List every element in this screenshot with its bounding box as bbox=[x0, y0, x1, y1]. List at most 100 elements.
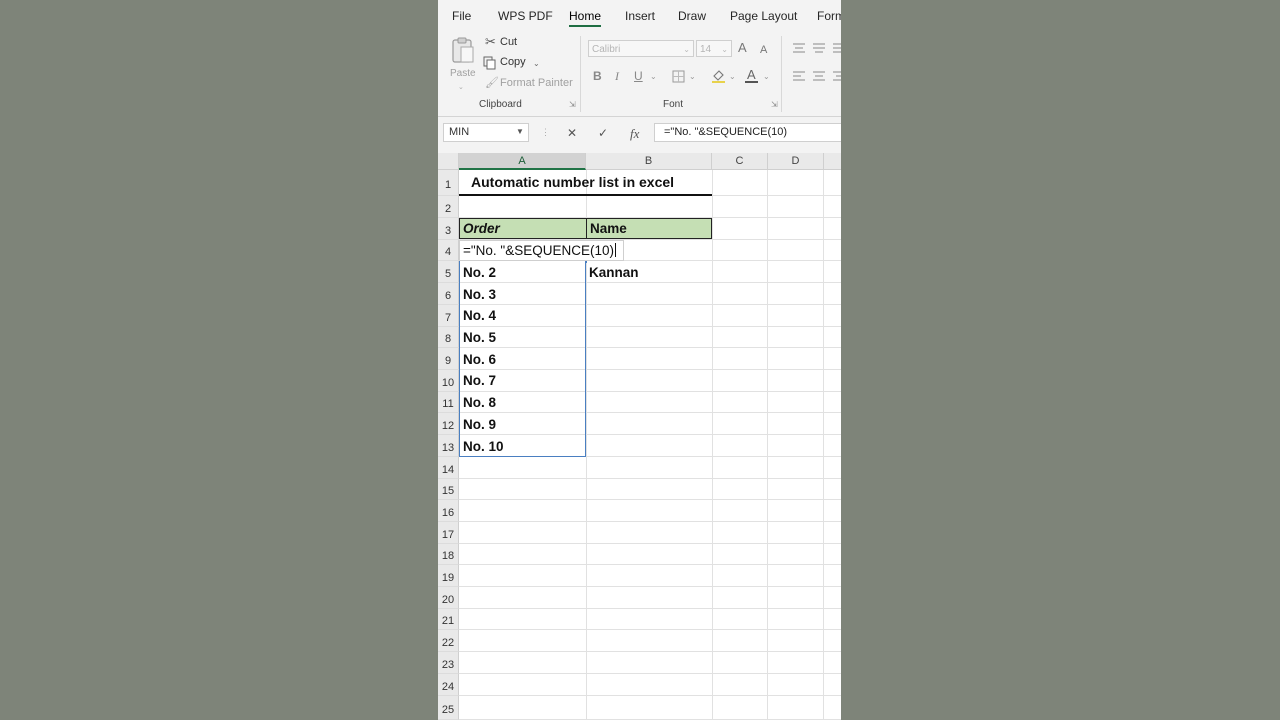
copy-label: Copy bbox=[500, 56, 526, 68]
row-header-24[interactable]: 24 bbox=[438, 674, 459, 696]
row-header-10[interactable]: 10 bbox=[438, 370, 459, 392]
row-header-23[interactable]: 23 bbox=[438, 652, 459, 674]
cell-a12[interactable]: No. 9 bbox=[463, 417, 496, 432]
row-header-12[interactable]: 12 bbox=[438, 413, 459, 435]
cut-button[interactable]: ✂ Cut bbox=[485, 35, 525, 51]
italic-button[interactable]: I bbox=[615, 70, 619, 82]
header-cell-name[interactable]: Name bbox=[586, 218, 712, 239]
row-header-4[interactable]: 4 bbox=[438, 240, 459, 261]
borders-icon[interactable] bbox=[672, 70, 685, 83]
row-header-14[interactable]: 14 bbox=[438, 457, 459, 479]
row-header-21[interactable]: 21 bbox=[438, 609, 459, 630]
align-left-icon[interactable] bbox=[792, 70, 806, 82]
chevron-down-icon: ⌄ bbox=[533, 59, 540, 68]
grid-line bbox=[459, 586, 841, 587]
header-cell-order[interactable]: Order bbox=[459, 218, 587, 239]
cell-b5[interactable]: Kannan bbox=[589, 265, 639, 280]
shrink-font-icon[interactable]: A bbox=[760, 44, 767, 56]
font-size-value: 14 bbox=[700, 44, 712, 55]
active-cell-a4[interactable]: ="No. "&SEQUENCE(10) bbox=[459, 240, 624, 261]
align-top-icon[interactable] bbox=[792, 42, 806, 54]
underline-button[interactable]: U bbox=[634, 70, 643, 82]
ribbon-separator bbox=[781, 36, 782, 112]
row-header-18[interactable]: 18 bbox=[438, 544, 459, 565]
formula-bar: MIN ▼ ⋮ ✕ ✓ fx ="No. "&SEQUENCE(10) bbox=[438, 117, 841, 153]
paintbrush-icon: 🖌 bbox=[485, 77, 499, 89]
active-cell-formula: ="No. "&SEQUENCE(10) bbox=[463, 243, 615, 258]
row-header-19[interactable]: 19 bbox=[438, 565, 459, 587]
row-header-5[interactable]: 5 bbox=[438, 261, 459, 283]
chevron-down-icon[interactable]: ▼ bbox=[516, 127, 524, 136]
select-all-corner[interactable] bbox=[438, 153, 459, 170]
worksheet-grid[interactable]: A B C D 1 2 3 4 5 6 7 8 9 10 11 12 13 14 15 16 17 18 19 20 2… bbox=[438, 153, 841, 720]
row-header-16[interactable]: 16 bbox=[438, 500, 459, 522]
dialog-launcher-icon[interactable]: ⇲ bbox=[569, 100, 576, 109]
menu-formulas[interactable]: Form bbox=[817, 9, 841, 23]
column-header-a[interactable]: A bbox=[459, 153, 586, 170]
column-header-b[interactable]: B bbox=[586, 153, 712, 170]
grid-line bbox=[459, 521, 841, 522]
grid-line bbox=[823, 170, 824, 720]
align-right-icon[interactable] bbox=[832, 70, 841, 82]
bold-button[interactable]: B bbox=[593, 70, 602, 82]
fill-color-icon[interactable] bbox=[711, 68, 726, 83]
row-header-8[interactable]: 8 bbox=[438, 327, 459, 348]
cell-a5[interactable]: No. 2 bbox=[463, 265, 496, 280]
enter-formula-icon[interactable]: ✓ bbox=[598, 126, 608, 140]
cell-a10[interactable]: No. 7 bbox=[463, 373, 496, 388]
row-header-20[interactable]: 20 bbox=[438, 587, 459, 609]
row-header-15[interactable]: 15 bbox=[438, 479, 459, 500]
copy-button[interactable]: Copy ⌄ bbox=[483, 55, 543, 71]
grid-line bbox=[459, 347, 841, 348]
row-header-2[interactable]: 2 bbox=[438, 196, 459, 218]
clipboard-group-label: Clipboard bbox=[479, 99, 522, 110]
sheet-title[interactable]: Automatic number list in excel bbox=[471, 174, 674, 190]
column-header-c[interactable]: C bbox=[712, 153, 768, 170]
cell-a6[interactable]: No. 3 bbox=[463, 287, 496, 302]
grid-line bbox=[459, 629, 841, 630]
menu-home[interactable]: Home bbox=[569, 9, 601, 23]
font-group-label: Font bbox=[663, 99, 684, 110]
menu-draw[interactable]: Draw bbox=[678, 9, 706, 23]
align-center-icon[interactable] bbox=[812, 70, 826, 82]
row-header-13[interactable]: 13 bbox=[438, 435, 459, 457]
row-header-9[interactable]: 9 bbox=[438, 348, 459, 370]
cell-a8[interactable]: No. 5 bbox=[463, 330, 496, 345]
cell-a13[interactable]: No. 10 bbox=[463, 439, 504, 454]
row-header-22[interactable]: 22 bbox=[438, 630, 459, 652]
font-color-button[interactable]: A bbox=[745, 67, 759, 85]
menu-file[interactable]: File bbox=[452, 9, 471, 23]
menu-wps-pdf[interactable]: WPS PDF bbox=[498, 9, 553, 23]
grow-font-icon[interactable]: A bbox=[738, 41, 747, 54]
format-painter-button[interactable]: 🖌 Format Painter bbox=[485, 76, 575, 92]
grid-line bbox=[459, 434, 841, 435]
align-middle-icon[interactable] bbox=[812, 42, 826, 54]
dialog-launcher-icon[interactable]: ⇲ bbox=[771, 100, 778, 109]
column-header-d[interactable]: D bbox=[768, 153, 824, 170]
grid-line bbox=[459, 369, 841, 370]
name-box-value: MIN bbox=[449, 126, 470, 138]
row-header-3[interactable]: 3 bbox=[438, 218, 459, 240]
cell-a9[interactable]: No. 6 bbox=[463, 352, 496, 367]
row-header-17[interactable]: 17 bbox=[438, 522, 459, 544]
grid-line bbox=[459, 456, 841, 457]
cancel-formula-icon[interactable]: ✕ bbox=[567, 126, 577, 140]
row-header-25[interactable]: 25 bbox=[438, 696, 459, 720]
menu-page-layout[interactable]: Page Layout bbox=[730, 9, 797, 23]
menu-insert[interactable]: Insert bbox=[625, 9, 655, 23]
row-header-11[interactable]: 11 bbox=[438, 392, 459, 413]
row-header-7[interactable]: 7 bbox=[438, 305, 459, 327]
align-bottom-icon[interactable] bbox=[832, 42, 841, 54]
paste-button[interactable]: Paste ⌄ bbox=[448, 34, 478, 91]
cell-a7[interactable]: No. 4 bbox=[463, 308, 496, 323]
ribbon-separator bbox=[580, 36, 581, 112]
cell-a11[interactable]: No. 8 bbox=[463, 395, 496, 410]
font-name-dropdown[interactable]: Calibri ⌄ bbox=[588, 40, 694, 57]
insert-function-icon[interactable]: fx bbox=[630, 126, 639, 142]
font-size-dropdown[interactable]: 14 ⌄ bbox=[696, 40, 732, 57]
formula-input[interactable]: ="No. "&SEQUENCE(10) bbox=[654, 123, 841, 142]
column-header-e[interactable] bbox=[824, 153, 841, 170]
paste-label: Paste bbox=[450, 68, 476, 79]
row-header-1[interactable]: 1 bbox=[438, 170, 459, 196]
row-header-6[interactable]: 6 bbox=[438, 283, 459, 305]
